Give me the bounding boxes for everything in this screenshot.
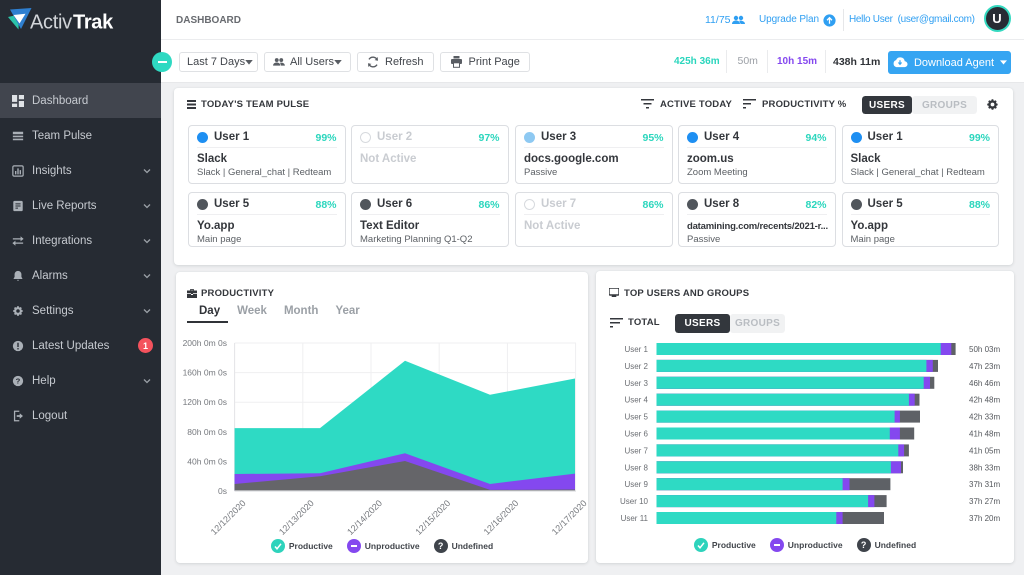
svg-text:User 11: User 11: [621, 514, 649, 523]
svg-text:0s: 0s: [218, 486, 227, 496]
svg-text:80h 0m 0s: 80h 0m 0s: [187, 427, 227, 437]
svg-text:User 4: User 4: [624, 396, 648, 405]
svg-text:User 9: User 9: [624, 480, 648, 489]
svg-text:12/12/2020: 12/12/2020: [209, 498, 248, 537]
svg-text:User 1: User 1: [624, 345, 648, 354]
svg-text:User 7: User 7: [624, 446, 648, 455]
svg-text:42h 48m: 42h 48m: [969, 396, 1000, 405]
svg-text:40h 0m 0s: 40h 0m 0s: [187, 456, 227, 466]
svg-text:160h 0m 0s: 160h 0m 0s: [183, 368, 227, 378]
svg-text:12/15/2020: 12/15/2020: [413, 498, 452, 537]
svg-text:37h 20m: 37h 20m: [969, 514, 1000, 523]
svg-text:12/17/2020: 12/17/2020: [550, 498, 588, 537]
svg-text:12/16/2020: 12/16/2020: [482, 498, 521, 537]
svg-text:12/13/2020: 12/13/2020: [277, 498, 316, 537]
svg-text:Trak: Trak: [73, 12, 114, 33]
svg-text:41h 05m: 41h 05m: [969, 446, 1000, 455]
svg-text:User 2: User 2: [624, 362, 648, 371]
svg-text:User 3: User 3: [624, 379, 648, 388]
svg-text:User 5: User 5: [624, 413, 648, 422]
svg-text:50h 03m: 50h 03m: [969, 345, 1000, 354]
svg-text:37h 27m: 37h 27m: [969, 497, 1000, 506]
svg-text:46h 46m: 46h 46m: [969, 379, 1000, 388]
svg-text:47h 23m: 47h 23m: [969, 362, 1000, 371]
svg-text:38h 33m: 38h 33m: [969, 463, 1000, 472]
svg-text:42h 33m: 42h 33m: [969, 413, 1000, 422]
svg-text:200h 0m 0s: 200h 0m 0s: [183, 338, 227, 348]
svg-text:User 8: User 8: [624, 463, 648, 472]
svg-text:37h 31m: 37h 31m: [969, 480, 1000, 489]
svg-text:41h 48m: 41h 48m: [969, 430, 1000, 439]
svg-text:?: ?: [16, 376, 21, 385]
svg-text:120h 0m 0s: 120h 0m 0s: [183, 397, 227, 407]
svg-text:Activ: Activ: [30, 12, 72, 33]
svg-text:12/14/2020: 12/14/2020: [345, 498, 384, 537]
svg-text:User 10: User 10: [620, 497, 649, 506]
svg-text:User 6: User 6: [624, 430, 648, 439]
